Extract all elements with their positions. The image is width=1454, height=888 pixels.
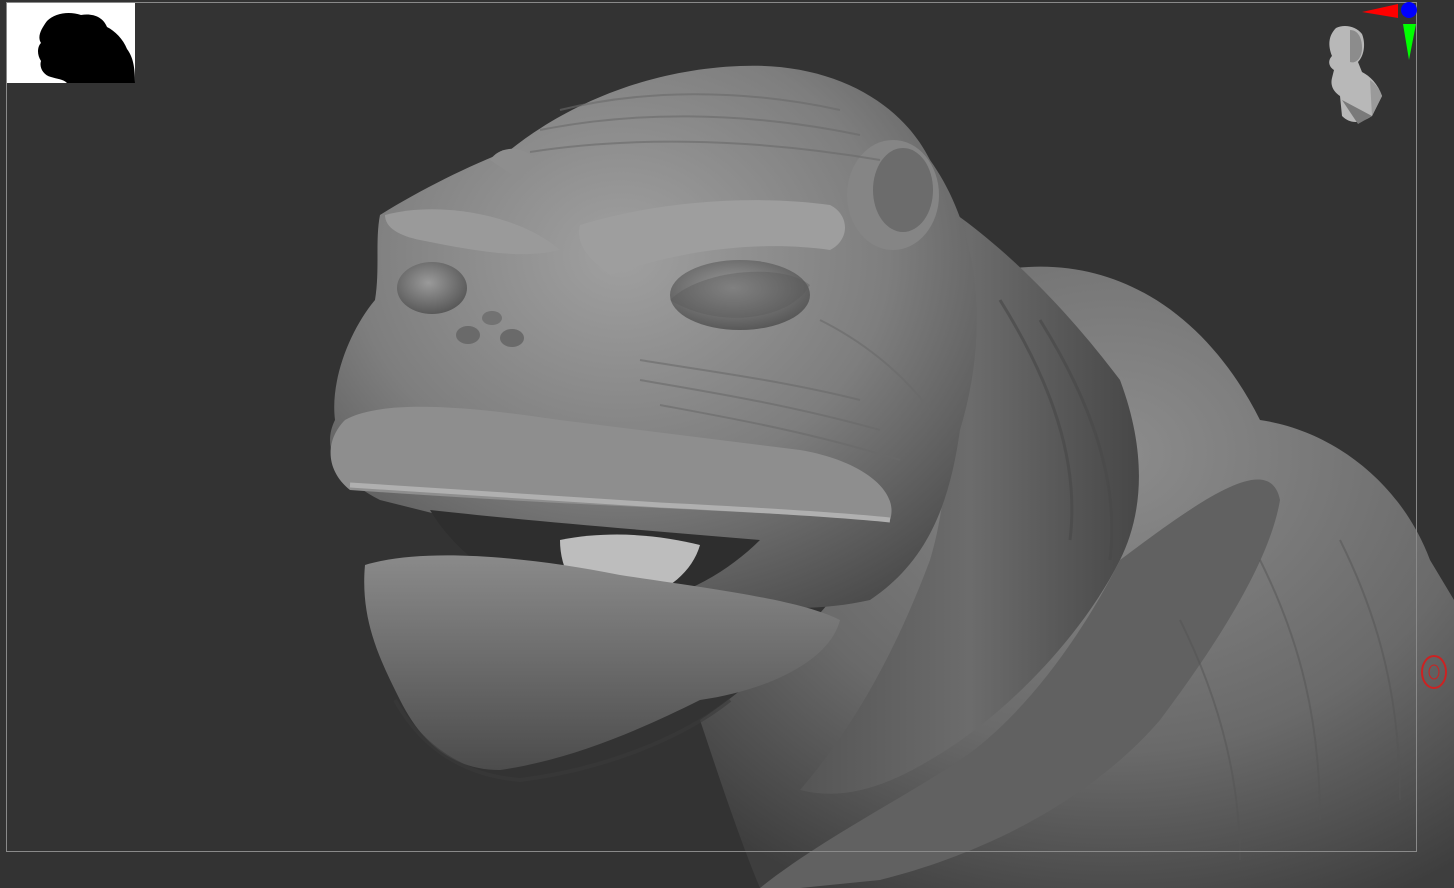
brush-cursor bbox=[1419, 654, 1449, 690]
head-orientation-gizmo-icon[interactable] bbox=[1310, 0, 1430, 130]
model-silhouette-icon bbox=[7, 3, 135, 83]
model-silhouette-thumbnail[interactable] bbox=[7, 3, 135, 83]
3d-viewport[interactable] bbox=[0, 0, 1454, 888]
creature-sculpt-icon[interactable] bbox=[0, 0, 1454, 888]
brush-circle-cursor-icon bbox=[1421, 655, 1447, 689]
navigation-gizmo[interactable] bbox=[1310, 0, 1430, 130]
